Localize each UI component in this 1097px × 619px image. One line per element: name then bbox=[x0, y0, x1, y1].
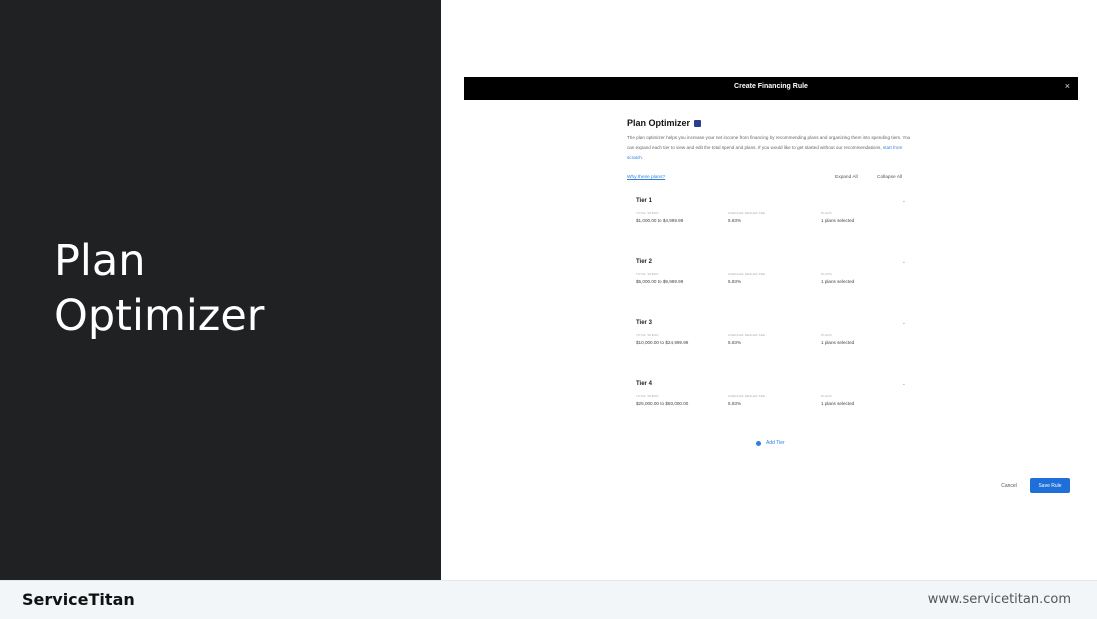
dealer-fee-label: AVERAGE DEALER FEE bbox=[728, 211, 766, 215]
tier-card[interactable]: Tier 1 ⌄ TOTAL SPEND $1,000.00 to $4,999… bbox=[636, 198, 906, 238]
footer: ServiceTitan www.servicetitan.com bbox=[0, 580, 1097, 619]
plan-optimizer-description: The plan optimizer helps you increase yo… bbox=[627, 133, 912, 163]
plans-column: PLANS 1 plans selected bbox=[821, 211, 854, 223]
total-spend-label: TOTAL SPEND bbox=[636, 333, 659, 337]
modal-header: Create Financing Rule × bbox=[464, 77, 1078, 100]
tier-name: Tier 3 bbox=[636, 320, 652, 326]
total-spend-column: TOTAL SPEND $25,000.00 to $50,000.00 bbox=[636, 394, 688, 406]
why-these-plans-link[interactable]: Why these plans? bbox=[627, 175, 665, 180]
expand-all-button[interactable]: Expand All bbox=[835, 175, 858, 180]
title-panel: Plan Optimizer bbox=[0, 0, 441, 580]
add-tier-label: Add Tier bbox=[766, 440, 785, 446]
chevron-down-icon[interactable]: ⌄ bbox=[902, 381, 906, 387]
tier-card[interactable]: Tier 3 ⌄ TOTAL SPEND $10,000.00 to $24,9… bbox=[636, 320, 906, 360]
plans-value: 1 plans selected bbox=[821, 279, 855, 284]
tier-name: Tier 2 bbox=[636, 259, 652, 265]
plans-value: 1 plans selected bbox=[821, 340, 855, 345]
tier-name: Tier 4 bbox=[636, 381, 652, 387]
info-badge-icon bbox=[694, 119, 702, 127]
dealer-fee-value: 5.83% bbox=[728, 218, 742, 223]
plans-label: PLANS bbox=[821, 394, 832, 398]
dealer-fee-value: 5.83% bbox=[728, 340, 742, 345]
plans-label: PLANS bbox=[821, 211, 832, 215]
total-spend-column: TOTAL SPEND $1,000.00 to $4,999.99 bbox=[636, 211, 683, 223]
plans-column: PLANS 1 plans selected bbox=[821, 333, 854, 345]
save-rule-button[interactable]: Save Rule bbox=[1030, 478, 1070, 493]
total-spend-label: TOTAL SPEND bbox=[636, 272, 659, 276]
dealer-fee-column: AVERAGE DEALER FEE 5.83% bbox=[728, 272, 765, 284]
total-spend-value: $1,000.00 to $4,999.99 bbox=[636, 218, 684, 223]
description-text: The plan optimizer helps you increase yo… bbox=[627, 135, 911, 150]
tier-name: Tier 1 bbox=[636, 198, 652, 204]
total-spend-value: $25,000.00 to $50,000.00 bbox=[636, 401, 689, 406]
plans-column: PLANS 1 plans selected bbox=[821, 394, 854, 406]
slide-title: Plan Optimizer bbox=[54, 234, 265, 344]
dealer-fee-value: 5.83% bbox=[728, 279, 742, 284]
cancel-button[interactable]: Cancel bbox=[996, 480, 1022, 492]
brand-logo: ServiceTitan bbox=[22, 590, 135, 609]
total-spend-value: $10,000.00 to $24,999.99 bbox=[636, 340, 689, 345]
dealer-fee-label: AVERAGE DEALER FEE bbox=[728, 272, 766, 276]
plan-optimizer-heading: Plan Optimizer bbox=[627, 118, 912, 128]
total-spend-label: TOTAL SPEND bbox=[636, 211, 659, 215]
footer-url: www.servicetitan.com bbox=[927, 592, 1071, 607]
total-spend-label: TOTAL SPEND bbox=[636, 394, 659, 398]
plans-label: PLANS bbox=[821, 333, 832, 337]
chevron-down-icon[interactable]: ⌄ bbox=[902, 320, 906, 326]
modal-title: Create Financing Rule bbox=[734, 83, 808, 90]
chevron-down-icon[interactable]: ⌄ bbox=[902, 198, 906, 204]
dealer-fee-column: AVERAGE DEALER FEE 5.83% bbox=[728, 394, 765, 406]
slide-title-line-1: Plan bbox=[54, 236, 146, 286]
dealer-fee-label: AVERAGE DEALER FEE bbox=[728, 333, 766, 337]
tier-card[interactable]: Tier 2 ⌄ TOTAL SPEND $5,000.00 to $9,999… bbox=[636, 259, 906, 299]
plan-optimizer-title: Plan Optimizer bbox=[627, 118, 691, 128]
tier-controls-row: Why these plans? Expand All Collapse All bbox=[627, 175, 912, 183]
dealer-fee-column: AVERAGE DEALER FEE 5.83% bbox=[728, 333, 765, 345]
collapse-all-button[interactable]: Collapse All bbox=[877, 175, 902, 180]
slide-title-line-2: Optimizer bbox=[54, 291, 265, 341]
total-spend-column: TOTAL SPEND $10,000.00 to $24,999.99 bbox=[636, 333, 688, 345]
add-tier-button[interactable]: Add Tier bbox=[756, 440, 785, 446]
chevron-down-icon[interactable]: ⌄ bbox=[902, 259, 906, 265]
plans-column: PLANS 1 plans selected bbox=[821, 272, 854, 284]
plans-value: 1 plans selected bbox=[821, 218, 855, 223]
dealer-fee-label: AVERAGE DEALER FEE bbox=[728, 394, 766, 398]
add-icon bbox=[756, 440, 761, 446]
plans-label: PLANS bbox=[821, 272, 832, 276]
dealer-fee-column: AVERAGE DEALER FEE 5.83% bbox=[728, 211, 765, 223]
plans-value: 1 plans selected bbox=[821, 401, 855, 406]
total-spend-value: $5,000.00 to $9,999.99 bbox=[636, 279, 684, 284]
dealer-fee-value: 5.83% bbox=[728, 401, 742, 406]
close-icon[interactable]: × bbox=[1065, 81, 1070, 91]
plan-optimizer-section: Plan Optimizer The plan optimizer helps … bbox=[627, 118, 912, 163]
tier-card[interactable]: Tier 4 ⌄ TOTAL SPEND $25,000.00 to $50,0… bbox=[636, 381, 906, 421]
total-spend-column: TOTAL SPEND $5,000.00 to $9,999.99 bbox=[636, 272, 683, 284]
